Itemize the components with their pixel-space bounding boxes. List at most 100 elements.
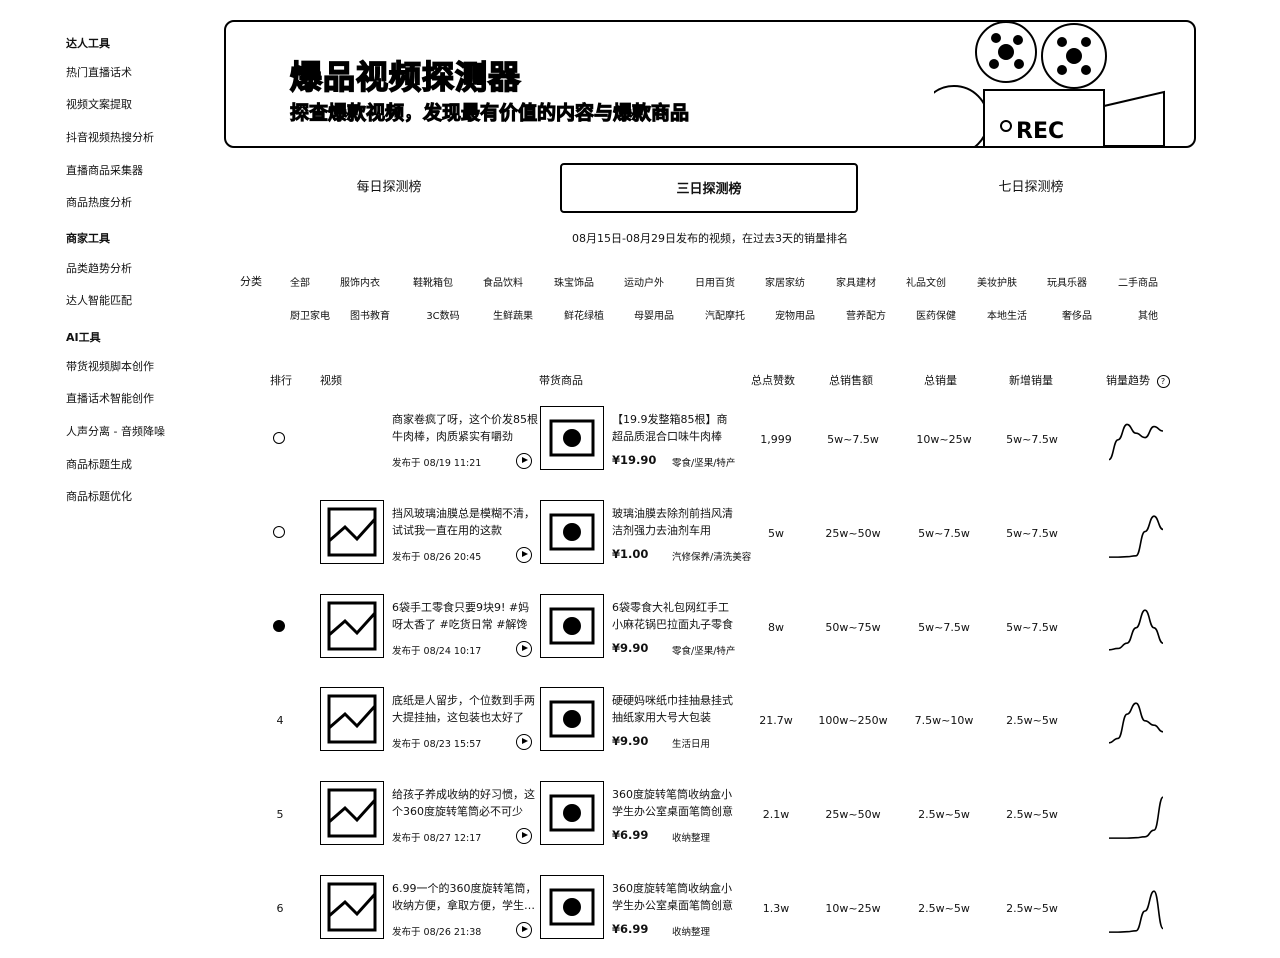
category-item[interactable]: 图书教育 xyxy=(335,307,405,322)
category-item[interactable]: 家具建材 xyxy=(821,274,891,289)
category-item[interactable]: 营养配方 xyxy=(831,307,901,322)
sales-amount: 5w~7.5w xyxy=(827,433,879,446)
rank-number: 5 xyxy=(276,808,284,821)
category-item[interactable]: 服饰内衣 xyxy=(325,274,395,289)
play-icon[interactable] xyxy=(516,828,532,844)
sidebar-item[interactable]: 热门直播话术 xyxy=(66,64,132,80)
sidebar-item[interactable]: 带货视频脚本创作 xyxy=(66,358,154,374)
goods-price: ¥1.00 xyxy=(612,547,649,561)
category-item[interactable]: 母婴用品 xyxy=(619,307,689,322)
goods-thumbnail[interactable] xyxy=(540,500,604,564)
goods-price: ¥9.90 xyxy=(612,734,649,748)
goods-category-tag: 收纳整理 xyxy=(672,927,711,938)
category-item[interactable]: 生鲜蔬果 xyxy=(478,307,548,322)
video-thumbnail[interactable] xyxy=(320,594,384,658)
rank-number: 4 xyxy=(276,714,284,727)
sidebar-item[interactable]: 商品标题优化 xyxy=(66,488,132,504)
sales-trend-sparkline xyxy=(1108,702,1164,744)
sales-trend-sparkline xyxy=(1109,890,1164,933)
video-title[interactable]: 底纸是人留步，个位数到手两大提挂抽，这包装也太好了 xyxy=(392,692,540,726)
video-thumbnail[interactable] xyxy=(320,781,384,845)
category-item[interactable]: 日用百货 xyxy=(680,274,750,289)
category-item[interactable]: 本地生活 xyxy=(972,307,1042,322)
goods-category-tag: 生活日用 xyxy=(672,739,711,750)
play-icon[interactable] xyxy=(516,641,532,657)
help-icon[interactable]: ? xyxy=(1156,374,1170,388)
sidebar-section-title: 达人工具 xyxy=(66,37,110,50)
goods-thumbnail[interactable] xyxy=(540,875,604,939)
category-item[interactable]: 3C数码 xyxy=(408,307,478,322)
video-camera-illustration: REC xyxy=(934,22,1165,146)
rank-medal-icon xyxy=(273,620,285,632)
category-item[interactable]: 运动户外 xyxy=(609,274,679,289)
category-item[interactable]: 美妆护肤 xyxy=(962,274,1032,289)
category-item[interactable]: 玩具乐器 xyxy=(1032,274,1102,289)
goods-thumbnail[interactable] xyxy=(540,687,604,751)
sales-volume: 5w~7.5w xyxy=(918,621,970,634)
goods-title[interactable]: 6袋零食大礼包网红手工小麻花锅巴拉面丸子零食 xyxy=(612,599,734,633)
sidebar-item[interactable]: 达人智能匹配 xyxy=(66,292,132,308)
tab-three-day[interactable]: 三日探测榜 xyxy=(560,163,858,213)
play-icon[interactable] xyxy=(516,547,532,563)
goods-title[interactable]: 360度旋转笔筒收纳盒小学生办公室桌面笔筒创意 xyxy=(612,786,734,820)
goods-title[interactable]: 玻璃油膜去除剂前挡风清洁剂强力去油剂车用 xyxy=(612,505,734,539)
video-title[interactable]: 挡风玻璃油膜总是模糊不清，试试我一直在用的这款 xyxy=(392,505,540,539)
table-row: 5 给孩子养成收纳的好习惯，这个360度旋转笔筒必不可少 发布于 08/27 12:… xyxy=(240,767,1180,860)
category-item[interactable]: 奢侈品 xyxy=(1042,307,1112,322)
sidebar-item[interactable]: 抖音视频热搜分析 xyxy=(66,129,154,145)
rank-medal-icon xyxy=(273,432,285,444)
video-thumbnail[interactable] xyxy=(320,500,384,564)
sidebar-item[interactable]: 商品热度分析 xyxy=(66,194,132,210)
category-item[interactable]: 礼品文创 xyxy=(891,274,961,289)
new-sales: 5w~7.5w xyxy=(1006,527,1058,540)
likes-count: 2.1w xyxy=(762,808,790,821)
category-label: 分类 xyxy=(240,275,262,288)
goods-thumbnail[interactable] xyxy=(540,781,604,845)
tab-seven-day[interactable]: 七日探测榜 xyxy=(882,163,1180,213)
sidebar-item[interactable]: 人声分离 - 音频降噪 xyxy=(66,423,165,439)
sidebar-item[interactable]: 商品标题生成 xyxy=(66,456,132,472)
goods-title[interactable]: 硬硬妈咪纸巾挂抽悬挂式抽纸家用大号大包装 xyxy=(612,692,734,726)
sidebar-item[interactable]: 视频文案提取 xyxy=(66,96,132,112)
sales-trend-line xyxy=(1108,609,1164,651)
video-title[interactable]: 给孩子养成收纳的好习惯，这个360度旋转笔筒必不可少 xyxy=(392,786,540,820)
play-icon[interactable] xyxy=(516,922,532,938)
table-row: 6 6.99一个的360度旋转笔筒，收纳方便，拿取方便，学生必备发布于 08/26… xyxy=(240,861,1180,954)
sales-volume: 5w~7.5w xyxy=(918,527,970,540)
sidebar-item[interactable]: 品类趋势分析 xyxy=(66,260,132,276)
goods-thumbnail[interactable] xyxy=(540,406,604,470)
goods-thumbnail[interactable] xyxy=(540,594,604,658)
goods-title[interactable]: 【19.9发整箱85根】商超品质混合口味牛肉棒 xyxy=(612,411,734,445)
category-item[interactable]: 鞋靴箱包 xyxy=(398,274,468,289)
category-item[interactable]: 汽配摩托 xyxy=(690,307,760,322)
video-thumbnail[interactable] xyxy=(320,687,384,751)
likes-count: 8w xyxy=(768,621,784,634)
category-item[interactable]: 医药保健 xyxy=(901,307,971,322)
tab-daily[interactable]: 每日探测榜 xyxy=(240,163,538,213)
play-icon[interactable] xyxy=(516,734,532,750)
category-item[interactable]: 家居家纺 xyxy=(750,274,820,289)
video-publish-date: 发布于 08/24 10:17 xyxy=(392,646,482,657)
category-item[interactable]: 食品饮料 xyxy=(468,274,538,289)
video-title[interactable]: 6袋手工零食只要9块9! #妈呀太香了 #吃货日常 #解馋 xyxy=(392,599,540,633)
sidebar-item[interactable]: 直播商品采集器 xyxy=(66,162,143,178)
category-item[interactable]: 珠宝饰品 xyxy=(539,274,609,289)
goods-category-tag: 零食/坚果/特产 xyxy=(672,458,736,469)
header-goods: 带货商品 xyxy=(539,374,583,387)
likes-count: 1.3w xyxy=(762,902,790,915)
sidebar-item[interactable]: 直播话术智能创作 xyxy=(66,390,154,406)
goods-title[interactable]: 360度旋转笔筒收纳盒小学生办公室桌面笔筒创意 xyxy=(612,880,734,914)
video-thumbnail[interactable] xyxy=(320,406,384,470)
video-thumbnail[interactable] xyxy=(320,875,384,939)
goods-price: ¥9.90 xyxy=(612,641,649,655)
category-item[interactable]: 二手商品 xyxy=(1103,274,1173,289)
category-item[interactable]: 宠物用品 xyxy=(760,307,830,322)
category-item[interactable]: 其他 xyxy=(1113,307,1183,322)
video-title[interactable]: 商家卷疯了呀，这个价发85根牛肉棒，肉质紧实有嚼劲 xyxy=(392,411,540,445)
video-title[interactable]: 6.99一个的360度旋转笔筒，收纳方便，拿取方便，学生必备 xyxy=(392,880,540,914)
new-sales: 2.5w~5w xyxy=(1006,808,1058,821)
play-icon[interactable] xyxy=(516,453,532,469)
category-item[interactable]: 鲜花绿植 xyxy=(549,307,619,322)
header-sales-amount: 总销售额 xyxy=(829,374,873,387)
banner: 爆品视频探测器 探查爆款视频，发现最有价值的内容与爆款商品 REC xyxy=(224,20,1196,148)
